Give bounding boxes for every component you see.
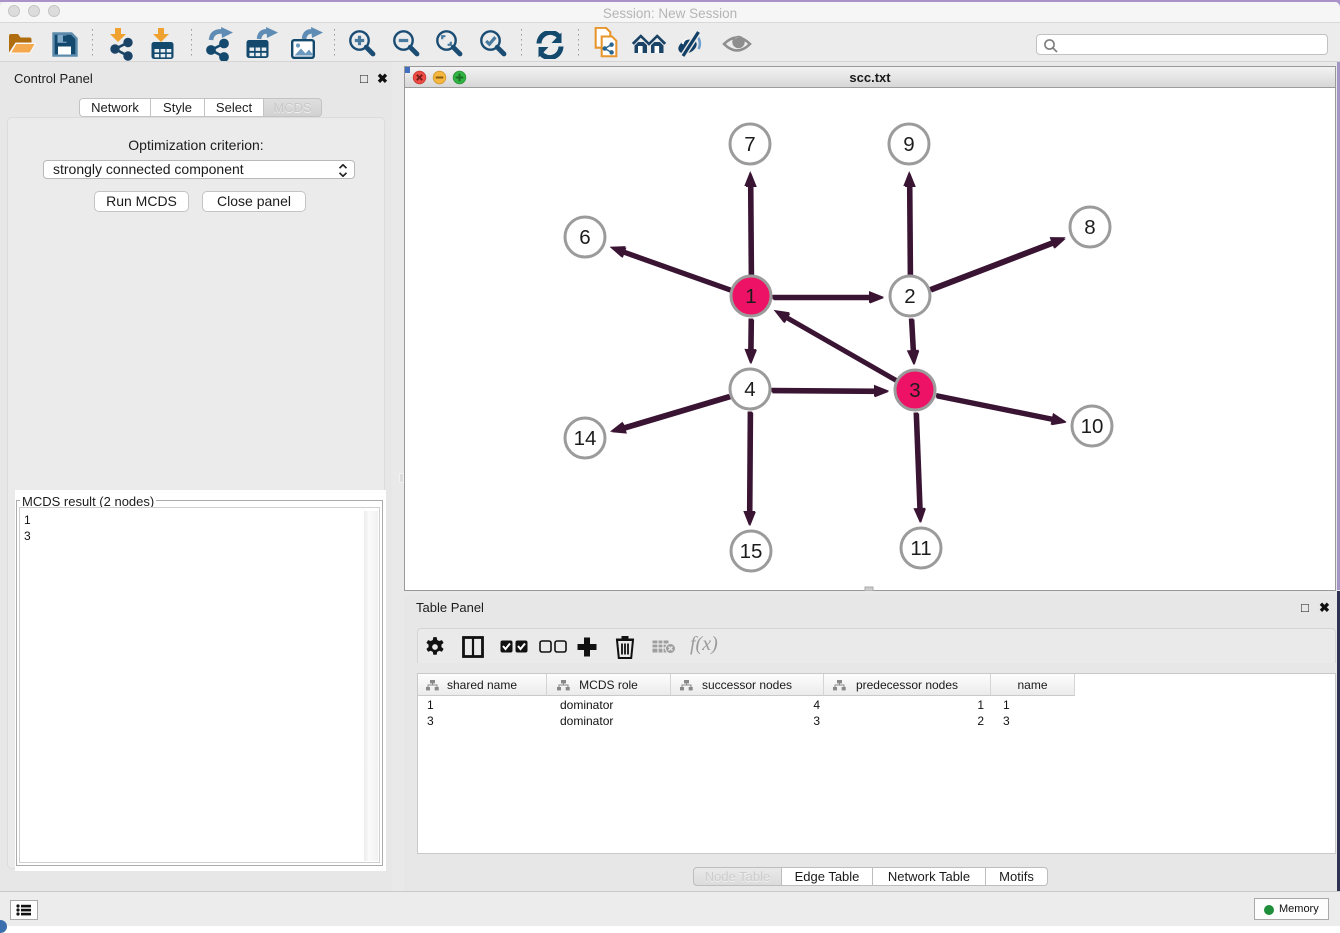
- svg-text:10: 10: [1081, 415, 1104, 438]
- svg-text:15: 15: [740, 540, 763, 563]
- svg-text:2: 2: [904, 285, 915, 308]
- svg-text:8: 8: [1084, 216, 1095, 239]
- svg-text:3: 3: [909, 379, 920, 402]
- svg-text:4: 4: [744, 378, 755, 401]
- svg-text:6: 6: [579, 226, 590, 249]
- svg-text:9: 9: [903, 133, 914, 156]
- svg-text:11: 11: [910, 537, 931, 560]
- svg-text:14: 14: [574, 427, 597, 450]
- svg-text:1: 1: [745, 285, 756, 308]
- svg-text:7: 7: [744, 133, 755, 156]
